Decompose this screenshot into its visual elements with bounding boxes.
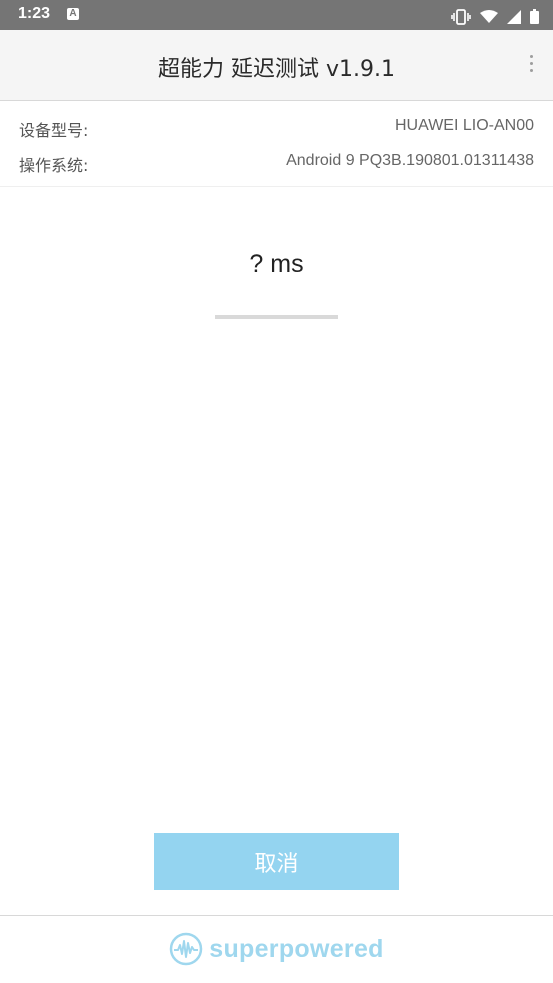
app-title: 超能力 延迟测试 v1.9.1 bbox=[158, 57, 395, 82]
os-value: Android 9 PQ3B.190801.01311438 bbox=[286, 152, 534, 169]
info-divider bbox=[0, 186, 553, 187]
wifi-icon bbox=[479, 10, 498, 23]
superpowered-logo: superpowered bbox=[0, 930, 553, 968]
status-icons bbox=[447, 6, 539, 25]
logo-text: superpowered bbox=[209, 934, 384, 963]
signal-icon bbox=[506, 9, 521, 24]
device-model-label: 设备型号: bbox=[19, 121, 89, 140]
os-label: 操作系统: bbox=[19, 156, 89, 175]
more-vert-icon[interactable] bbox=[527, 55, 535, 77]
battery-icon bbox=[530, 9, 539, 24]
app-bar: 超能力 延迟测试 v1.9.1 bbox=[0, 30, 553, 101]
device-model-value: HUAWEI LIO-AN00 bbox=[395, 117, 534, 134]
vibrate-icon bbox=[450, 8, 471, 25]
waveform-circle-icon bbox=[170, 932, 203, 966]
status-bar: 1:23 A bbox=[0, 0, 553, 30]
latency-result: ? ms bbox=[249, 250, 304, 278]
footer-divider bbox=[0, 915, 553, 916]
latency-progress-bar bbox=[215, 315, 338, 319]
notification-a-icon: A bbox=[67, 8, 79, 20]
os-row: 操作系统: Android 9 PQ3B.190801.01311438 bbox=[0, 148, 553, 176]
device-model-row: 设备型号: HUAWEI LIO-AN00 bbox=[0, 113, 553, 141]
status-time: 1:23 bbox=[18, 5, 51, 22]
cancel-button[interactable]: 取消 bbox=[154, 833, 399, 890]
